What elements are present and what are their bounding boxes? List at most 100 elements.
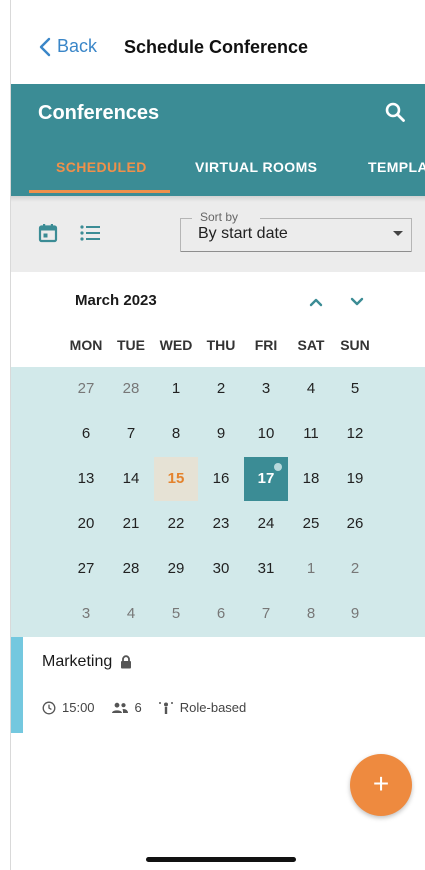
day-number: 17: [257, 470, 275, 487]
day-number: 1: [171, 380, 181, 397]
calendar-day[interactable]: 13: [64, 457, 108, 501]
calendar-day[interactable]: 31: [244, 547, 288, 591]
calendar-day[interactable]: 27: [64, 367, 108, 411]
day-number: 8: [306, 605, 316, 622]
calendar-day[interactable]: 5: [154, 592, 198, 636]
search-icon: [385, 102, 405, 122]
calendar-day[interactable]: 11: [289, 412, 333, 456]
clock-icon: [42, 701, 56, 714]
calendar-day[interactable]: 2: [199, 367, 243, 411]
tab-scheduled[interactable]: SCHEDULED: [56, 159, 147, 175]
calendar-day[interactable]: 24: [244, 502, 288, 546]
next-month-button[interactable]: [350, 294, 364, 312]
calendar-day[interactable]: 19: [333, 457, 377, 501]
calendar-day[interactable]: 23: [199, 502, 243, 546]
sort-select[interactable]: Sort by By start date: [180, 210, 412, 252]
calendar-day[interactable]: 22: [154, 502, 198, 546]
calendar-view-button[interactable]: [38, 223, 58, 248]
day-number: 18: [302, 470, 320, 487]
day-number: 30: [212, 560, 230, 577]
calendar-day[interactable]: 8: [154, 412, 198, 456]
back-label: Back: [57, 36, 98, 56]
participants-count: 6: [134, 700, 142, 715]
weekday-label: TUE: [117, 337, 145, 353]
back-button[interactable]: Back: [39, 36, 97, 57]
day-number: 22: [167, 515, 185, 532]
day-number: 10: [257, 425, 275, 442]
app-bar: Conferences SCHEDULED VIRTUAL ROOMS TEMP…: [11, 84, 425, 196]
calendar-day[interactable]: 4: [109, 592, 153, 636]
calendar-day[interactable]: 7: [109, 412, 153, 456]
weekday-label: THU: [206, 337, 236, 353]
tab-templates[interactable]: TEMPLA: [368, 159, 425, 175]
app-screen: Back Schedule Conference Conferences SCH…: [0, 0, 425, 870]
day-number: 24: [257, 515, 275, 532]
day-number: 8: [171, 425, 181, 442]
calendar-day-selected[interactable]: 17: [244, 457, 288, 501]
weekday-label: SAT: [297, 337, 325, 353]
calendar-day[interactable]: 6: [64, 412, 108, 456]
day-number: 1: [306, 560, 316, 577]
previous-month-button[interactable]: [309, 294, 323, 312]
calendar-day[interactable]: 12: [333, 412, 377, 456]
calendar-day[interactable]: 9: [199, 412, 243, 456]
day-number: 15: [167, 470, 185, 487]
calendar-day[interactable]: 14: [109, 457, 153, 501]
calendar-day[interactable]: 18: [289, 457, 333, 501]
calendar-day[interactable]: 9: [333, 592, 377, 636]
day-number: 4: [126, 605, 136, 622]
calendar-day[interactable]: 28: [109, 547, 153, 591]
calendar-day[interactable]: 8: [289, 592, 333, 636]
day-number: 27: [77, 380, 95, 397]
calendar-day[interactable]: 2: [333, 547, 377, 591]
day-number: 23: [212, 515, 230, 532]
filter-bar: Sort by By start date: [11, 196, 425, 272]
calendar-day[interactable]: 3: [244, 367, 288, 411]
day-number: 12: [346, 425, 364, 442]
sort-value: By start date: [198, 225, 288, 242]
calendar-day[interactable]: 21: [109, 502, 153, 546]
tab-bar: SCHEDULED VIRTUAL ROOMS TEMPLA: [11, 144, 425, 196]
calendar-day[interactable]: 25: [289, 502, 333, 546]
conference-name: Marketing: [42, 653, 113, 670]
add-conference-button[interactable]: +: [350, 754, 412, 816]
calendar-day[interactable]: 28: [109, 367, 153, 411]
calendar-day[interactable]: 27: [64, 547, 108, 591]
day-number: 28: [122, 560, 140, 577]
calendar-day[interactable]: 20: [64, 502, 108, 546]
calendar-day[interactable]: 29: [154, 547, 198, 591]
day-number: 4: [306, 380, 316, 397]
home-indicator: [146, 857, 296, 862]
chevron-left-icon: [39, 37, 51, 56]
people-icon: [111, 702, 128, 713]
conference-color-bar: [11, 637, 23, 733]
conference-participants: 6: [111, 700, 142, 715]
tab-virtual-rooms[interactable]: VIRTUAL ROOMS: [195, 159, 317, 175]
dropdown-arrow-icon: [393, 231, 403, 236]
calendar-day[interactable]: 30: [199, 547, 243, 591]
presenter-icon: [158, 701, 173, 714]
sort-label: Sort by: [198, 210, 241, 224]
calendar-day[interactable]: 16: [199, 457, 243, 501]
calendar-day[interactable]: 1: [289, 547, 333, 591]
search-button[interactable]: [384, 101, 406, 128]
month-label: March 2023: [75, 292, 157, 309]
list-view-button[interactable]: [79, 223, 101, 248]
conference-time: 15:00: [42, 700, 95, 715]
calendar-day[interactable]: 3: [64, 592, 108, 636]
day-number: 20: [77, 515, 95, 532]
calendar-day[interactable]: 5: [333, 367, 377, 411]
calendar-day[interactable]: 10: [244, 412, 288, 456]
conference-item[interactable]: Marketing 15:00 6 Role-based: [11, 637, 425, 733]
event-indicator-dot: [274, 463, 282, 471]
calendar-day[interactable]: 7: [244, 592, 288, 636]
calendar-day[interactable]: 1: [154, 367, 198, 411]
calendar-day[interactable]: 6: [199, 592, 243, 636]
day-number: 29: [167, 560, 185, 577]
day-number: 27: [77, 560, 95, 577]
calendar-day[interactable]: 26: [333, 502, 377, 546]
tab-label: TEMPLA: [368, 159, 425, 175]
calendar-day[interactable]: 4: [289, 367, 333, 411]
calendar-day[interactable]: 15: [154, 457, 198, 501]
day-number: 5: [350, 380, 360, 397]
